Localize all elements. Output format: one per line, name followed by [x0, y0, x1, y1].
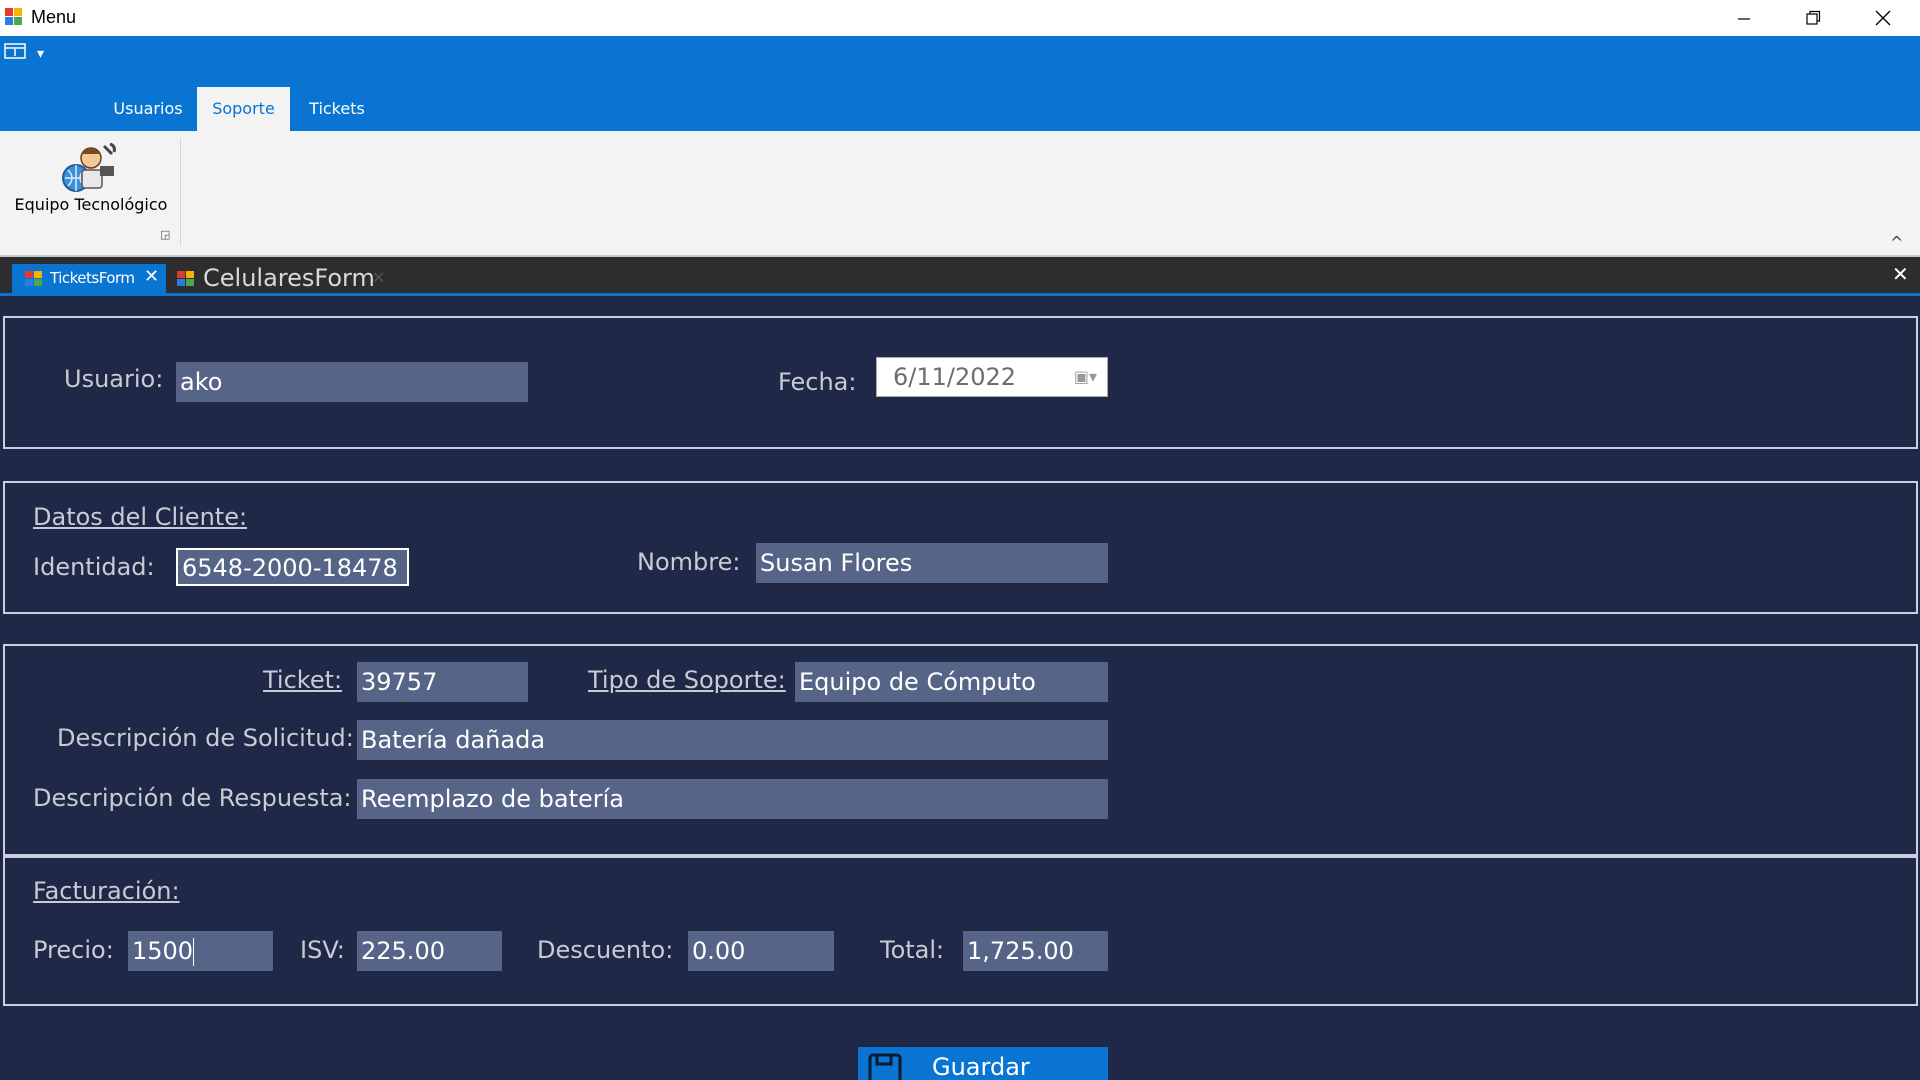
- save-label: Guardar: [932, 1053, 1030, 1080]
- close-all-tabs-icon[interactable]: ✕: [1892, 262, 1909, 286]
- precio-value: 1500: [132, 937, 194, 965]
- minimize-button[interactable]: [1709, 0, 1779, 36]
- quick-access-dropdown-icon[interactable]: ▾: [37, 46, 44, 62]
- isv-label: ISV:: [300, 936, 345, 964]
- identidad-field[interactable]: 6548-2000-18478: [176, 548, 409, 586]
- descuento-label: Descuento:: [537, 936, 674, 964]
- nombre-label: Nombre:: [637, 548, 741, 576]
- close-button[interactable]: [1848, 0, 1918, 36]
- nombre-field[interactable]: Susan Flores: [756, 543, 1108, 583]
- form-icon: [177, 271, 194, 286]
- app-icon: [4, 7, 24, 27]
- tab-usuarios[interactable]: Usuarios: [96, 87, 200, 131]
- total-field[interactable]: 1,725.00: [963, 931, 1108, 971]
- close-icon: [1875, 10, 1891, 26]
- doc-tab-label: CelularesForm: [203, 264, 375, 292]
- respuesta-label: Descripción de Respuesta:: [33, 784, 352, 812]
- isv-field[interactable]: 225.00: [357, 931, 502, 971]
- descuento-field[interactable]: 0.00: [688, 931, 834, 971]
- tipo-soporte-field[interactable]: Equipo de Cómputo: [795, 662, 1108, 702]
- dialog-launcher-icon[interactable]: ◲: [160, 228, 170, 241]
- fecha-date-picker[interactable]: 6/11/2022 ▣▾: [876, 357, 1108, 397]
- equipo-tecnologico-label[interactable]: Equipo Tecnológico: [10, 195, 172, 214]
- quick-access-icon[interactable]: [4, 43, 26, 59]
- fecha-value: 6/11/2022: [893, 363, 1017, 391]
- ribbon-panel: [0, 131, 1920, 257]
- restore-button[interactable]: [1778, 0, 1848, 36]
- save-icon: [868, 1053, 902, 1080]
- window-title: Menu: [31, 7, 77, 27]
- title-bar: [0, 0, 1920, 36]
- calendar-dropdown-icon[interactable]: ▣▾: [1074, 358, 1097, 396]
- tipo-soporte-label[interactable]: Tipo de Soporte:: [588, 666, 786, 694]
- doc-tab-celularesform[interactable]: CelularesForm ✕: [172, 264, 392, 293]
- cliente-heading: Datos del Cliente:: [33, 503, 248, 531]
- ticket-field[interactable]: 39757: [357, 662, 528, 702]
- precio-field[interactable]: 1500: [128, 931, 273, 971]
- tab-soporte[interactable]: Soporte: [197, 87, 290, 131]
- usuario-field[interactable]: ako: [176, 362, 528, 402]
- facturacion-heading: Facturación:: [33, 877, 180, 905]
- collapse-ribbon-icon[interactable]: ^: [1890, 233, 1903, 252]
- ribbon-group-divider: [180, 138, 181, 246]
- fecha-label: Fecha:: [778, 368, 857, 396]
- save-button[interactable]: Guardar: [858, 1047, 1108, 1080]
- solicitud-field[interactable]: Batería dañada: [357, 720, 1108, 760]
- ticket-label[interactable]: Ticket:: [263, 666, 342, 694]
- total-label: Total:: [880, 936, 945, 964]
- doc-tab-label: TicketsForm: [50, 269, 135, 287]
- respuesta-field[interactable]: Reemplazo de batería: [357, 779, 1108, 819]
- usuario-label: Usuario:: [64, 365, 164, 393]
- form-icon: [25, 271, 42, 286]
- billing-panel: [3, 856, 1918, 1006]
- doc-tab-ticketsform[interactable]: TicketsForm ✕: [12, 264, 166, 293]
- tab-close-icon[interactable]: ✕: [372, 264, 385, 292]
- identidad-label: Identidad:: [33, 553, 155, 581]
- restore-icon: [1806, 10, 1821, 25]
- precio-label: Precio:: [33, 936, 114, 964]
- text-cursor: [193, 938, 195, 966]
- minimize-icon: [1738, 18, 1750, 20]
- solicitud-label: Descripción de Solicitud:: [57, 724, 354, 752]
- tab-tickets[interactable]: Tickets: [293, 87, 381, 131]
- technician-icon[interactable]: [60, 140, 118, 194]
- tab-close-icon[interactable]: ✕: [144, 263, 159, 291]
